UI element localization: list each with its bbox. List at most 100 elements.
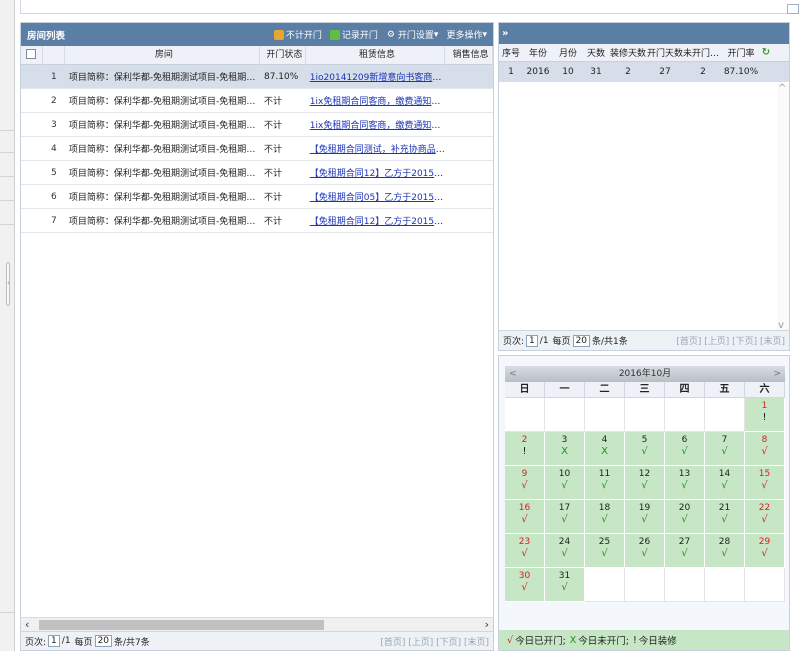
- calendar-day[interactable]: 8 √: [745, 432, 785, 466]
- calendar-day[interactable]: 5 √: [625, 432, 665, 466]
- calendar-day[interactable]: 25 √: [585, 534, 625, 568]
- page-number-input[interactable]: 1: [526, 334, 538, 347]
- rent-info-link[interactable]: 【免租期合同12】乙方于2015-02-…: [310, 169, 445, 179]
- table-row[interactable]: 7 项目简称：保利华都-免租期测试项目-免租期数据用…不计 【免租期合同12】乙方于…: [21, 209, 493, 233]
- calendar-empty-cell: [505, 398, 545, 432]
- calendar-day[interactable]: 29 √: [745, 534, 785, 568]
- rent-info-link[interactable]: 1io20141209新增意向书客商，缴…: [310, 73, 445, 83]
- calendar-day[interactable]: 21 √: [705, 500, 745, 534]
- rent-info-link[interactable]: 1ix免租期合同客商，缴费通知单…: [310, 121, 445, 131]
- calendar-day[interactable]: 14 √: [705, 466, 745, 500]
- column-header-closed-days: 未开门天数: [683, 49, 723, 59]
- table-row[interactable]: 4 项目简称：保利华都-免租期测试项目-免租期数据用…不计 【免租期合同测试，补充协…: [21, 137, 493, 161]
- room-list-panel: 房间列表 不计开门 记录开门 ⚙ 开门设置 ▾ 更多操作 ▾ 房间 开门状态 租…: [20, 22, 494, 651]
- select-all-checkbox[interactable]: [21, 45, 43, 65]
- day-number: 10: [558, 469, 571, 479]
- legend-text: 今日装修: [638, 636, 677, 647]
- calendar-day[interactable]: 28 √: [705, 534, 745, 568]
- day-status-mark: √: [561, 514, 568, 525]
- room-name: 项目简称：保利华都-免租期测试项目-免租期数据用…: [68, 97, 260, 107]
- expand-icon[interactable]: »: [502, 28, 508, 39]
- calendar-day[interactable]: 3X: [545, 432, 585, 466]
- calendar-day[interactable]: 13 √: [665, 466, 705, 500]
- more-actions-button[interactable]: 更多操作 ▾: [446, 28, 487, 42]
- rent-info-link[interactable]: 【免租期合同12】乙方于2015-02-…: [310, 217, 445, 227]
- calendar-day[interactable]: 22 √: [745, 500, 785, 534]
- column-header-room[interactable]: 房间: [65, 45, 260, 65]
- pager-navigation[interactable]: [首页] [上页] [下页] [末页]: [676, 334, 785, 347]
- calendar-day[interactable]: 23 √: [505, 534, 545, 568]
- table-row[interactable]: 1 2016 10 31 2 27 2 87.10%: [499, 62, 789, 82]
- calendar-day[interactable]: 17 √: [545, 500, 585, 534]
- calendar-day[interactable]: 15 √: [745, 466, 785, 500]
- table-row[interactable]: 2 项目简称：保利华都-免租期测试项目-免租期数据用…不计 1ix免租期合同客商，缴…: [21, 89, 493, 113]
- calendar-day[interactable]: 20 √: [665, 500, 705, 534]
- day-status-mark: √: [721, 446, 728, 457]
- rent-info-link[interactable]: 1ix免租期合同客商，缴费通知单…: [310, 97, 445, 107]
- rent-info-link[interactable]: 【免租期合同测试，补充协商品抽…: [310, 145, 445, 155]
- calendar-day[interactable]: 26 √: [625, 534, 665, 568]
- day-status-mark: √: [761, 548, 768, 559]
- page-number-input[interactable]: 1: [48, 635, 60, 647]
- day-number: 1: [761, 401, 768, 411]
- rent-info-link[interactable]: 【免租期合同05】乙方于2015-02-…: [310, 193, 445, 203]
- calendar-day[interactable]: 1!: [745, 398, 785, 432]
- legend-text: 今日未开门;: [578, 636, 629, 647]
- scroll-left-icon[interactable]: ‹: [25, 618, 29, 632]
- calendar-day[interactable]: 10 √: [545, 466, 585, 500]
- table-row[interactable]: 1 项目简称：保利华都-免租期测试项目-免租期数据用…87.10% 1io20141…: [21, 65, 493, 89]
- calendar-day[interactable]: 30 √: [505, 568, 545, 602]
- day-status-mark: √: [761, 514, 768, 525]
- scroll-right-icon[interactable]: ›: [485, 618, 489, 632]
- calendar-day[interactable]: 11 √: [585, 466, 625, 500]
- calendar-day[interactable]: 6 √: [665, 432, 705, 466]
- pager-navigation[interactable]: [首页] [上页] [下页] [末页]: [380, 635, 489, 648]
- column-header-sale[interactable]: 销售信息: [445, 45, 493, 65]
- day-number: 8: [761, 435, 768, 445]
- column-header-rent[interactable]: 租赁信息: [306, 45, 446, 65]
- vertical-scrollbar[interactable]: ^ v: [777, 83, 789, 331]
- calendar-day[interactable]: 27 √: [665, 534, 705, 568]
- calendar-day[interactable]: 31 √: [545, 568, 585, 602]
- page-size-input[interactable]: 20: [572, 334, 591, 347]
- weekday-header: 六: [745, 382, 785, 398]
- table-row[interactable]: 3 项目简称：保利华都-免租期测试项目-免租期数据用…不计 1ix免租期合同客商，缴…: [21, 113, 493, 137]
- calendar-empty-cell: [625, 398, 665, 432]
- scrollbar-thumb[interactable]: [39, 620, 324, 630]
- day-status-mark: √: [521, 514, 528, 525]
- calendar-day[interactable]: 9 √: [505, 466, 545, 500]
- calendar-day[interactable]: 18 √: [585, 500, 625, 534]
- refresh-icon[interactable]: ↻: [759, 47, 773, 58]
- horizontal-scrollbar[interactable]: ‹ ›: [21, 617, 493, 631]
- next-month-icon[interactable]: >: [773, 366, 781, 382]
- no-open-button[interactable]: 不计开门: [273, 28, 322, 41]
- page-size-input[interactable]: 20: [94, 635, 113, 647]
- record-icon: [329, 29, 340, 40]
- day-status-mark: √: [561, 548, 568, 559]
- record-open-button[interactable]: 记录开门: [329, 28, 378, 41]
- room-grid-body: 1项目简称：保利华都-免租期测试项目-免租期数据用…87.10%1io20141…: [21, 65, 493, 233]
- calendar-day[interactable]: 2!: [505, 432, 545, 466]
- open-settings-button[interactable]: ⚙ 开门设置 ▾: [386, 28, 439, 42]
- column-header-open-rate: 开门率: [727, 49, 755, 59]
- stats-pager: 页次: 1 /1 每页 20 条/共1条 [首页] [上页] [下页] [末页]: [499, 330, 789, 350]
- table-row[interactable]: 5 项目简称：保利华都-免租期测试项目-免租期数据用…不计 【免租期合同12】乙方于…: [21, 161, 493, 185]
- calendar-day[interactable]: 24 √: [545, 534, 585, 568]
- scroll-up-icon[interactable]: ^: [778, 83, 786, 94]
- prev-month-icon[interactable]: <: [509, 366, 517, 382]
- day-number: 20: [678, 503, 691, 513]
- calendar-day[interactable]: 4X: [585, 432, 625, 466]
- calendar-day[interactable]: 7 √: [705, 432, 745, 466]
- day-status-mark: √: [721, 514, 728, 525]
- day-status-mark: √: [601, 514, 608, 525]
- calendar-day[interactable]: 16 √: [505, 500, 545, 534]
- calendar-day[interactable]: 12 √: [625, 466, 665, 500]
- table-row[interactable]: 6 项目简称：保利华都-免租期测试项目-免租期数据用…不计 【免租期合同05】乙方于…: [21, 185, 493, 209]
- column-header-status[interactable]: 开门状态: [260, 45, 306, 65]
- open-status: 不计: [263, 145, 282, 155]
- day-status-mark: √: [681, 548, 688, 559]
- sidebar-collapse-handle[interactable]: ‹: [6, 262, 10, 306]
- calendar-day[interactable]: 19 √: [625, 500, 665, 534]
- column-header-month: 月份: [558, 49, 577, 59]
- legend-text: 今日已开门;: [515, 636, 566, 647]
